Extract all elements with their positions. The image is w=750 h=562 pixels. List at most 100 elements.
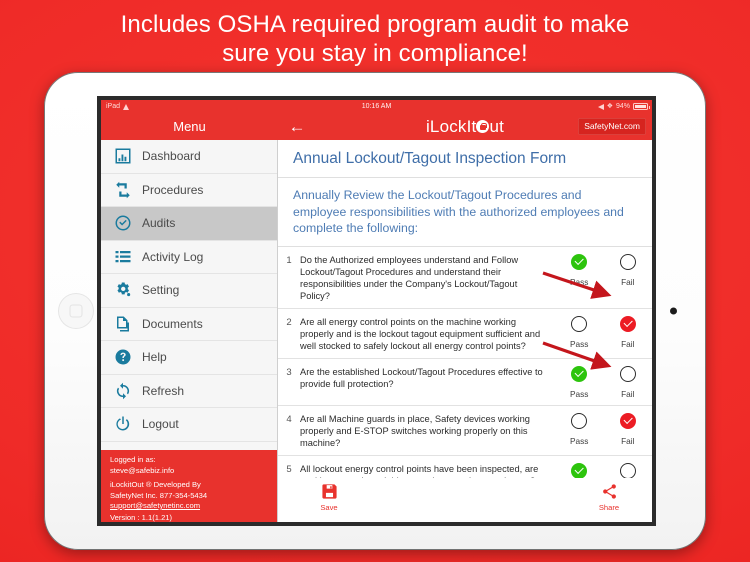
sidebar: Dashboard Procedures Audits Activity Log Set… <box>101 140 278 522</box>
radio-option-pass[interactable]: Pass <box>555 315 604 352</box>
fail-radio[interactable] <box>619 462 636 479</box>
sidebar-item-label: Audits <box>142 216 176 231</box>
sidebar-item-logout[interactable]: Logout <box>101 408 277 442</box>
question-number: 1 <box>286 254 292 266</box>
logo-prefix: iLockIt <box>425 117 477 136</box>
status-time: 10:16 AM <box>361 103 392 110</box>
sidebar-item-label: Documents <box>142 316 203 331</box>
pass-radio-selected[interactable] <box>571 365 588 382</box>
question-text: Are all Machine guards in place, Safety … <box>300 413 530 448</box>
ipad-device: iPad 10:16 AM ❖ 94% Menu ← iLockIt ut Saf… <box>44 72 706 550</box>
question-circle-icon <box>114 348 132 366</box>
promo-line-2: sure you stay in compliance! <box>222 40 528 67</box>
location-arrow-icon <box>597 103 604 110</box>
fail-label: Fail <box>621 435 635 446</box>
radio-option-pass[interactable]: Pass <box>555 253 604 302</box>
power-icon <box>114 415 132 433</box>
fail-radio[interactable] <box>619 365 636 382</box>
bluetooth-icon: ❖ <box>606 103 613 110</box>
sidebar-item-label: Dashboard <box>142 149 201 164</box>
fail-label: Fail <box>621 388 635 399</box>
form-intro-text: Annually Review the Lockout/Tagout Proce… <box>278 178 652 247</box>
sidebar-item-refresh[interactable]: Refresh <box>101 375 277 408</box>
developed-by: iLockitOut ® Developed By <box>110 480 201 489</box>
status-right: ❖ 94% <box>597 100 650 113</box>
save-button[interactable]: Save <box>306 483 352 512</box>
save-label: Save <box>320 503 338 512</box>
answer-options: Pass Fail <box>555 412 653 449</box>
sidebar-item-label: Activity Log <box>142 249 204 264</box>
question-text: Are all energy control points on the mac… <box>300 316 541 351</box>
sidebar-item-label: Setting <box>142 283 180 298</box>
question-number: 3 <box>286 366 292 378</box>
safetynet-button[interactable]: SafetyNet.com <box>578 118 646 135</box>
logged-in-email: steve@safebiz.info <box>110 465 175 475</box>
documents-icon <box>114 315 132 333</box>
page-title: Annual Lockout/Tagout Inspection Form <box>278 140 652 178</box>
battery-fill <box>635 105 646 108</box>
nav-bar: Menu ← iLockIt ut SafetyNet.com <box>101 113 652 140</box>
logged-in-label: Logged in as: <box>110 455 156 464</box>
sidebar-item-activity-log[interactable]: Activity Log <box>101 241 277 274</box>
login-info-box: Logged in as: steve@safebiz.info iLockit… <box>101 450 277 522</box>
home-button-square-icon <box>69 304 83 318</box>
menu-title: Menu <box>101 113 278 140</box>
support-email-link[interactable]: support@safetynetinc.com <box>110 501 200 510</box>
pass-radio-selected[interactable] <box>571 253 588 270</box>
promo-line-1: Includes OSHA required program audit to … <box>120 11 630 38</box>
question-number: 4 <box>286 413 292 425</box>
fail-label: Fail <box>621 338 635 349</box>
list-icon <box>114 248 132 266</box>
fail-radio[interactable] <box>619 253 636 270</box>
question-text: Do the Authorized employees understand a… <box>300 254 519 301</box>
company-phone: SafetyNet Inc. 877-354-5434 <box>110 490 208 500</box>
sidebar-item-help[interactable]: Help <box>101 341 277 375</box>
share-nodes-icon <box>602 484 616 499</box>
fail-label: Fail <box>621 276 635 287</box>
answer-options: Pass Fail <box>555 315 653 352</box>
radio-option-fail[interactable]: Fail <box>604 365 653 399</box>
refresh-arrows-icon <box>114 181 132 199</box>
question-row: 2 Are all energy control points on the ma… <box>278 309 652 359</box>
radio-option-pass[interactable]: Pass <box>555 365 604 399</box>
sidebar-item-documents[interactable]: Documents <box>101 308 277 341</box>
radio-option-fail[interactable]: Fail <box>604 253 653 302</box>
bar-chart-icon <box>114 147 132 165</box>
sidebar-item-label: Procedures <box>142 182 204 197</box>
fail-radio-selected[interactable] <box>619 315 636 332</box>
radio-option-fail[interactable]: Fail <box>604 412 653 449</box>
radio-option-pass[interactable]: Pass <box>555 412 604 449</box>
sidebar-item-label: Refresh <box>142 383 185 398</box>
floppy-disk-icon <box>321 484 337 499</box>
pass-label: Pass <box>570 388 589 399</box>
sidebar-item-dashboard[interactable]: Dashboard <box>101 140 277 174</box>
home-button[interactable] <box>58 293 94 329</box>
sidebar-item-audits[interactable]: Audits <box>101 207 277 241</box>
sidebar-item-procedures[interactable]: Procedures <box>101 174 277 207</box>
app-version: Version : 1.1(1.21) <box>110 512 173 522</box>
sidebar-menu-list: Dashboard Procedures Audits Activity Log Set… <box>101 140 277 442</box>
question-row: 1 Do the Authorized employees understand … <box>278 247 652 309</box>
nav-right-area: ← iLockIt ut SafetyNet.com <box>278 113 652 140</box>
lock-icon <box>476 120 490 133</box>
check-circle-icon <box>114 214 132 232</box>
question-row: 3 Are the established Lockout/Tagout Proc… <box>278 359 652 406</box>
share-button[interactable]: Share <box>586 483 632 512</box>
front-camera-icon <box>670 307 677 315</box>
sidebar-item-label: Help <box>142 350 167 365</box>
pass-radio[interactable] <box>571 315 588 332</box>
pass-label: Pass <box>570 435 589 446</box>
pass-radio[interactable] <box>571 412 588 429</box>
radio-option-fail[interactable]: Fail <box>604 315 653 352</box>
promo-headline: Includes OSHA required program audit to … <box>0 10 750 68</box>
pass-radio-selected[interactable] <box>571 462 588 479</box>
pass-label: Pass <box>570 276 589 287</box>
ipad-screen: iPad 10:16 AM ❖ 94% Menu ← iLockIt ut Saf… <box>101 100 652 522</box>
battery-icon <box>633 103 650 110</box>
ios-status-bar: iPad 10:16 AM ❖ 94% <box>101 100 652 113</box>
refresh-icon <box>114 382 132 400</box>
question-row: 4 Are all Machine guards in place, Safety… <box>278 406 652 456</box>
sidebar-item-setting[interactable]: Setting <box>101 274 277 308</box>
fail-radio-selected[interactable] <box>619 412 636 429</box>
form-panel: Annual Lockout/Tagout Inspection Form An… <box>278 140 652 522</box>
